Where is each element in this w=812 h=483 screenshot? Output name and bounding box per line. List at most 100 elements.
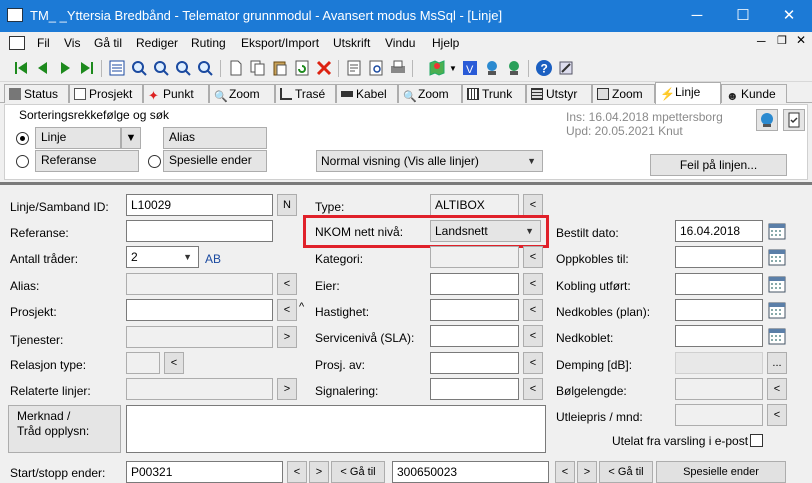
bolgelengde-input[interactable] — [675, 378, 763, 400]
tab-trunk[interactable]: Trunk — [462, 84, 526, 103]
oppkobles-til-input[interactable] — [675, 246, 763, 268]
mdi-minimize-icon[interactable]: ─ — [757, 34, 766, 48]
relaterte-linjer-input[interactable] — [126, 378, 273, 400]
alias-lookup-button[interactable]: < — [277, 273, 297, 295]
menu-eksport-import[interactable]: Eksport/Import — [241, 36, 319, 50]
signalering-input[interactable] — [430, 378, 519, 400]
stopp-prev-button[interactable]: < — [555, 461, 575, 483]
kobling-utfort-input[interactable] — [675, 273, 763, 295]
tab-prosjekt[interactable]: Prosjekt — [69, 84, 143, 103]
calendar-icon[interactable] — [767, 300, 787, 320]
minimize-button[interactable]: ─ — [674, 0, 720, 32]
utelat-varsling-checkbox[interactable] — [750, 434, 763, 447]
signalering-lookup-button[interactable]: < — [523, 378, 543, 400]
serviceniva-lookup-button[interactable]: < — [523, 325, 543, 347]
type-lookup-button[interactable]: < — [523, 194, 543, 216]
search-next-icon[interactable] — [152, 59, 170, 77]
calendar-icon[interactable] — [767, 247, 787, 267]
map-icon[interactable] — [428, 59, 446, 77]
child-window-icon[interactable] — [9, 36, 25, 50]
close-button[interactable]: ✕ — [766, 0, 812, 32]
prosjekt-lookup-button[interactable]: < — [277, 299, 297, 321]
tab-kabel[interactable]: Kabel — [336, 84, 398, 103]
nedkoblet-input[interactable] — [675, 325, 763, 347]
eier-lookup-button[interactable]: < — [523, 273, 543, 295]
view-mode-select[interactable]: Normal visning (Vis alle linjer) ▼ — [316, 150, 543, 172]
menu-utskrift[interactable]: Utskrift — [333, 36, 370, 50]
kategori-input[interactable] — [430, 246, 519, 268]
menu-rediger[interactable]: Rediger — [136, 36, 178, 50]
relasjon-type-input[interactable] — [126, 352, 160, 374]
map-dropdown-icon[interactable]: ▼ — [449, 64, 457, 73]
eier-input[interactable] — [430, 273, 519, 295]
antall-trader-select[interactable]: 2 ▼ — [126, 246, 199, 268]
hastighet-lookup-button[interactable]: < — [523, 299, 543, 321]
radio-referanse[interactable] — [16, 155, 29, 168]
linje-id-input[interactable]: L10029 — [126, 194, 273, 216]
prosjekt-input[interactable] — [126, 299, 273, 321]
n-button[interactable]: N — [277, 194, 297, 216]
previous-record-icon[interactable] — [34, 59, 52, 77]
tools-icon[interactable] — [557, 59, 575, 77]
tab-zoom-utstyr[interactable]: Zoom — [592, 84, 655, 103]
stopp-ga-til-button[interactable]: < Gå til — [599, 461, 653, 483]
utleiepris-input[interactable] — [675, 404, 763, 426]
start-next-button[interactable]: > — [309, 461, 329, 483]
tab-kunde[interactable]: ☻ Kunde — [721, 84, 787, 103]
prosj-av-lookup-button[interactable]: < — [523, 352, 543, 374]
radio-spesielle[interactable] — [148, 155, 161, 168]
nkom-select[interactable]: Landsnett ▼ — [430, 220, 541, 242]
help-icon[interactable]: ? — [535, 59, 553, 77]
tjenester-open-button[interactable]: > — [277, 326, 297, 348]
search-advanced-icon[interactable] — [174, 59, 192, 77]
merknad-button[interactable]: Merknad / Tråd opplysn: — [8, 405, 121, 453]
search-icon[interactable] — [130, 59, 148, 77]
bestilt-dato-input[interactable]: 16.04.2018 — [675, 220, 763, 242]
utleiepris-lookup-button[interactable]: < — [767, 404, 787, 426]
search-reset-icon[interactable] — [196, 59, 214, 77]
network-icon[interactable] — [483, 59, 501, 77]
relaterte-open-button[interactable]: > — [277, 378, 297, 400]
referanse-input[interactable] — [126, 220, 273, 242]
serviceniva-input[interactable] — [430, 325, 519, 347]
nedkobles-plan-input[interactable] — [675, 299, 763, 321]
tab-utstyr[interactable]: Utstyr — [526, 84, 592, 103]
clipboard-icon[interactable] — [783, 109, 805, 131]
calendar-icon[interactable] — [767, 274, 787, 294]
sort-spesielle-button[interactable]: Spesielle ender — [163, 150, 267, 172]
paste-icon[interactable] — [271, 59, 289, 77]
menu-vis[interactable]: Vis — [64, 36, 80, 50]
print-icon[interactable] — [389, 59, 407, 77]
sort-referanse-button[interactable]: Referanse — [35, 150, 139, 172]
calendar-icon[interactable] — [767, 221, 787, 241]
spesielle-ender-button[interactable]: Spesielle ender — [656, 461, 786, 483]
prosj-av-input[interactable] — [430, 352, 519, 374]
tab-status[interactable]: Status — [4, 84, 69, 103]
menu-vindu[interactable]: Vindu — [385, 36, 415, 50]
menu-ga-til[interactable]: Gå til — [94, 36, 122, 50]
mdi-close-icon[interactable]: ✕ — [796, 33, 806, 47]
bolgelengde-lookup-button[interactable]: < — [767, 378, 787, 400]
feil-pa-linjen-button[interactable]: Feil på linjen... — [650, 154, 787, 176]
globe-icon[interactable] — [756, 109, 778, 131]
visio-icon[interactable]: V — [461, 59, 479, 77]
tab-zoom-punkt[interactable]: 🔍Zoom — [209, 84, 275, 103]
start-prev-button[interactable]: < — [287, 461, 307, 483]
delete-icon[interactable] — [315, 59, 333, 77]
menu-ruting[interactable]: Ruting — [191, 36, 226, 50]
sort-linje-dropdown[interactable]: ▼ — [121, 127, 141, 149]
calendar-icon[interactable] — [767, 326, 787, 346]
tab-punkt[interactable]: ✦ Punkt — [143, 84, 209, 103]
hastighet-input[interactable] — [430, 299, 519, 321]
new-document-icon[interactable] — [227, 59, 245, 77]
alias-input[interactable] — [126, 273, 273, 295]
demping-details-button[interactable]: ... — [767, 352, 787, 374]
sort-alias-button[interactable]: Alias — [163, 127, 267, 149]
kategori-lookup-button[interactable]: < — [523, 246, 543, 268]
last-record-icon[interactable] — [78, 59, 96, 77]
globe-user-icon[interactable] — [505, 59, 523, 77]
start-ende-input[interactable]: P00321 — [126, 461, 283, 483]
report-icon[interactable] — [345, 59, 363, 77]
type-input[interactable]: ALTIBOX — [430, 194, 519, 216]
stopp-ende-input[interactable]: 300650023 — [392, 461, 549, 483]
